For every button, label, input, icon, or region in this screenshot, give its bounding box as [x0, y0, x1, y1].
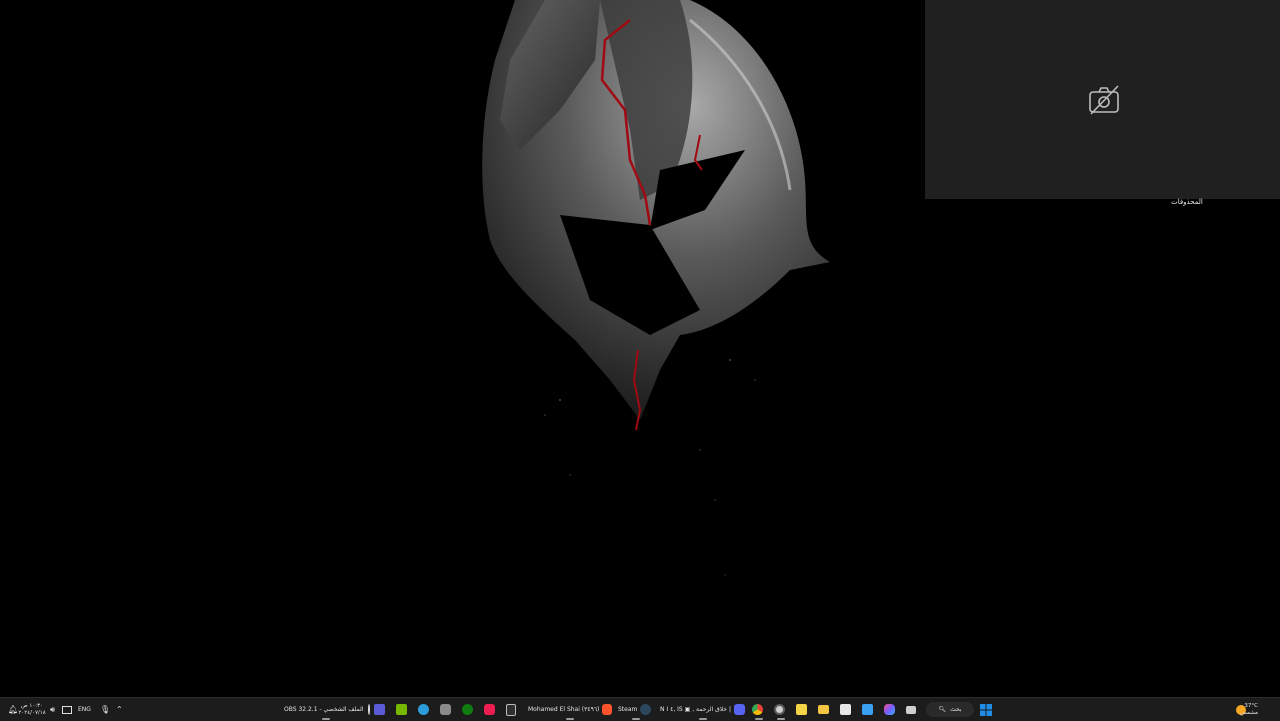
nvidia-button[interactable]	[396, 698, 410, 721]
file-explorer-button[interactable]	[818, 698, 832, 721]
taskbar: 37°C مشمس 🔍︎ بحث N I ٤, IS ▣ , خلاق الرح	[0, 697, 1280, 721]
search-box[interactable]: 🔍︎ بحث	[926, 702, 974, 717]
microphone-icon: 🎙︎	[100, 705, 111, 714]
photo-app-icon	[418, 704, 429, 715]
sticky-notes-icon	[796, 704, 807, 715]
photo-app-button[interactable]	[418, 698, 432, 721]
task-view-icon	[906, 705, 916, 714]
steam-window[interactable]: Steam	[618, 698, 654, 721]
notification-button[interactable]: 🔔︎	[8, 698, 18, 721]
weather-condition: مشمس	[1239, 709, 1258, 716]
monitor-app-icon	[374, 704, 385, 715]
epic-games-button[interactable]	[506, 698, 520, 721]
file-explorer-icon	[818, 705, 829, 714]
search-label: بحث	[950, 706, 962, 713]
chrome-alt-icon	[774, 704, 785, 715]
recycle-bin-label[interactable]: المحذوفات	[1160, 198, 1214, 206]
windows-logo-icon	[980, 703, 992, 716]
language-label: ENG	[78, 706, 91, 713]
brave-icon	[602, 704, 612, 715]
show-hidden-icons-button[interactable]: ⌃	[116, 698, 126, 721]
tiktok-button[interactable]	[484, 698, 498, 721]
steam-window-label: Steam	[618, 706, 638, 713]
discord-icon	[734, 704, 746, 715]
monitor-app-button[interactable]	[374, 698, 388, 721]
sticky-notes-button[interactable]	[796, 698, 810, 721]
chrome-button[interactable]	[752, 698, 766, 721]
camera-preview-panel	[925, 0, 1280, 199]
nvidia-icon	[396, 704, 407, 715]
discord-window-label: N I ٤, IS ▣ , خلاق الرحمة |	[660, 706, 732, 713]
calendar-icon	[840, 704, 851, 715]
calendar-button[interactable]	[840, 698, 854, 721]
weather-temp: 37°C	[1244, 702, 1258, 709]
epic-games-icon	[506, 703, 516, 716]
camera-off-icon	[1089, 85, 1119, 115]
clock-time: ١٠:٣٠ ص	[20, 702, 44, 709]
network-button[interactable]	[62, 698, 72, 721]
edge-dev-button[interactable]	[440, 698, 454, 721]
task-view-button[interactable]	[906, 698, 920, 721]
chrome-alt-button[interactable]	[774, 698, 788, 721]
chrome-icon	[752, 704, 763, 715]
brave-window-label: Mohamed El Shai (٣٤٩٦)	[528, 706, 600, 713]
microphone-button[interactable]: 🎙︎	[100, 698, 110, 721]
edge-dev-icon	[440, 704, 451, 715]
copilot-button[interactable]	[884, 698, 898, 721]
notepad-button[interactable]	[862, 698, 876, 721]
obs-icon	[367, 704, 370, 715]
xbox-icon	[462, 704, 473, 715]
copilot-icon	[884, 704, 895, 715]
notification-icon: 🔔︎	[8, 705, 19, 714]
chevron-up-icon: ⌃	[116, 705, 123, 714]
tiktok-icon	[484, 704, 495, 715]
weather-text: 37°C مشمس	[1228, 698, 1258, 721]
xbox-button[interactable]	[462, 698, 476, 721]
obs-window[interactable]: OBS 32.2.1 - الملف الشخصي	[284, 698, 370, 721]
obs-window-label: OBS 32.2.1 - الملف الشخصي	[284, 706, 364, 713]
language-indicator[interactable]: ENG	[78, 698, 96, 721]
discord-window[interactable]: N I ٤, IS ▣ , خلاق الرحمة |	[660, 698, 746, 721]
search-icon: 🔍︎	[938, 706, 947, 713]
brave-window[interactable]: Mohamed El Shai (٣٤٩٦)	[528, 698, 612, 721]
clock-date: ٢٠٢٤/٠٧/١٨	[18, 709, 46, 716]
network-icon	[62, 705, 72, 714]
volume-icon: 🔊︎	[50, 704, 56, 714]
clock[interactable]: ١٠:٣٠ ص ٢٠٢٤/٠٧/١٨	[18, 698, 46, 721]
volume-button[interactable]: 🔊︎	[50, 698, 60, 721]
steam-icon	[640, 704, 652, 715]
notepad-icon	[862, 704, 873, 715]
start-button[interactable]	[980, 698, 994, 721]
